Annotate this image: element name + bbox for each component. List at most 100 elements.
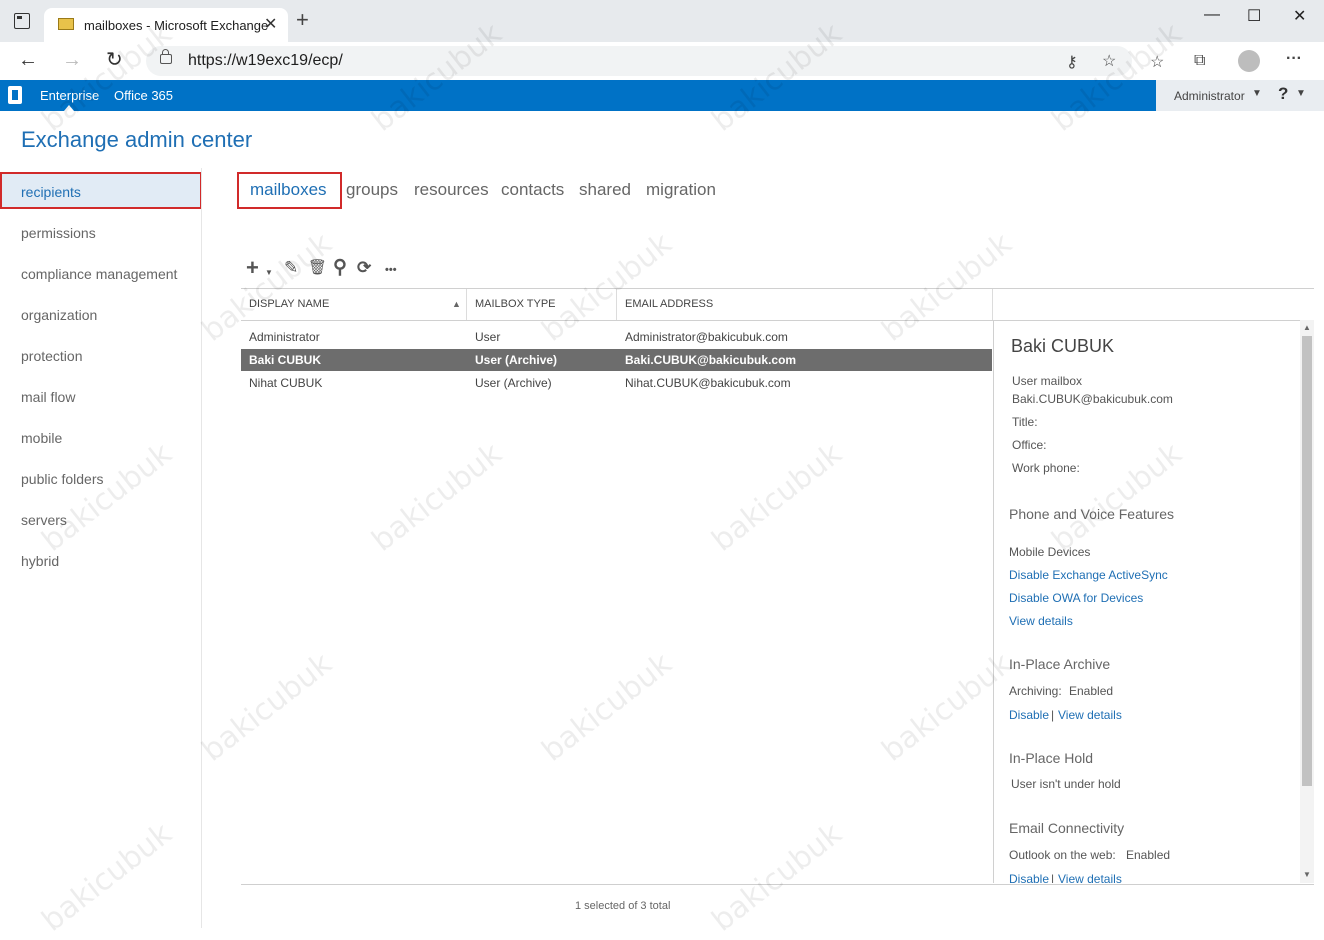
phone-voice-heading: Phone and Voice Features: [1009, 506, 1175, 522]
cell-mailbox-type: User: [475, 330, 501, 344]
nav-item-public-folders[interactable]: public folders: [21, 471, 104, 487]
watermark: bakicubuk: [535, 646, 679, 769]
archiving-label: Archiving:: [1009, 684, 1062, 698]
chevron-down-icon[interactable]: ▼: [1252, 88, 1262, 99]
nav-item-mobile[interactable]: mobile: [21, 430, 62, 446]
cell-display-name: Administrator: [249, 330, 320, 344]
tab-title: mailboxes - Microsoft Exchange: [84, 18, 269, 33]
user-area: Administrator ▼ ? ▼: [1156, 80, 1324, 111]
address-toolbar: ← → ↻ https://w19exc19/ecp/ ⚷ ☆ ☆ ⧉ ···: [0, 42, 1324, 80]
key-icon[interactable]: ⚷: [1066, 52, 1078, 72]
scroll-up-icon[interactable]: ▲: [1303, 323, 1311, 332]
nav-item-permissions[interactable]: permissions: [21, 225, 96, 241]
browser-menu-icon[interactable]: ···: [1286, 50, 1302, 68]
profile-avatar-icon[interactable]: [1238, 50, 1260, 72]
collections-icon[interactable]: ⧉: [1194, 52, 1205, 70]
scroll-down-icon[interactable]: ▼: [1303, 870, 1311, 879]
topnav-enterprise[interactable]: Enterprise: [40, 88, 99, 103]
reload-icon[interactable]: ↻: [106, 50, 123, 70]
maximize-button[interactable]: ☐: [1247, 6, 1261, 26]
column-display-name[interactable]: DISPLAY NAME: [249, 298, 329, 310]
hold-heading: In-Place Hold: [1009, 750, 1094, 766]
nav-item-compliance-management[interactable]: compliance management: [21, 266, 177, 282]
forward-arrow-icon[interactable]: →: [62, 50, 82, 70]
watermark: bakicubuk: [705, 436, 849, 559]
table-row[interactable]: Administrator User Administrator@bakicub…: [241, 326, 992, 348]
exchange-favicon-icon: [58, 18, 74, 30]
table-row-selected[interactable]: Baki CUBUK User (Archive) Baki.CUBUK@bak…: [241, 349, 992, 371]
scroll-thumb[interactable]: [1302, 336, 1312, 786]
browser-tab[interactable]: mailboxes - Microsoft Exchange ✕: [44, 8, 288, 43]
mobile-devices-label: Mobile Devices: [1009, 545, 1091, 559]
disable-eas-link[interactable]: Disable Exchange ActiveSync: [1009, 568, 1168, 582]
link-separator: |: [1051, 708, 1055, 722]
nav-item-servers[interactable]: servers: [21, 512, 67, 528]
add-favorite-icon[interactable]: ☆: [1102, 51, 1116, 71]
chevron-down-icon[interactable]: ▼: [1296, 88, 1306, 99]
tab-resources[interactable]: resources: [414, 180, 489, 200]
tab-shared[interactable]: shared: [579, 180, 631, 200]
details-office-label: Office:: [1012, 438, 1047, 452]
address-field[interactable]: https://w19exc19/ecp/ ⚷ ☆: [146, 46, 1132, 76]
tab-contacts[interactable]: contacts: [501, 180, 564, 200]
add-icon[interactable]: +: [246, 257, 259, 279]
nav-item-organization[interactable]: organization: [21, 307, 97, 323]
nav-item-protection[interactable]: protection: [21, 348, 82, 364]
table-row[interactable]: Nihat CUBUK User (Archive) Nihat.CUBUK@b…: [241, 372, 992, 394]
browser-tab-bar: mailboxes - Microsoft Exchange ✕ + — ☐ ✕: [0, 0, 1324, 43]
close-window-button[interactable]: ✕: [1293, 6, 1306, 26]
details-name: Baki CUBUK: [1011, 336, 1115, 356]
archiving-value: Enabled: [1069, 684, 1114, 698]
details-scrollbar[interactable]: ▲ ▼: [1300, 320, 1314, 883]
tab-groups[interactable]: groups: [346, 180, 398, 200]
selection-status: 1 selected of 3 total: [575, 900, 671, 912]
nav-item-hybrid[interactable]: hybrid: [21, 553, 59, 569]
table-header: DISPLAY NAME ▲ MAILBOX TYPE EMAIL ADDRES…: [241, 288, 1314, 321]
hold-value: User isn't under hold: [1011, 777, 1121, 791]
watermark: bakicubuk: [195, 646, 339, 769]
cell-mailbox-type: User (Archive): [475, 376, 552, 390]
chevron-down-icon[interactable]: ▼: [265, 262, 273, 284]
cell-display-name: Nihat CUBUK: [249, 376, 323, 390]
nav-divider: [201, 168, 202, 928]
favorites-icon[interactable]: ☆: [1150, 52, 1164, 72]
tab-migration[interactable]: migration: [646, 180, 716, 200]
owa-disable-link[interactable]: Disable: [1009, 872, 1049, 883]
column-separator: [466, 289, 467, 320]
sort-ascending-icon[interactable]: ▲: [452, 299, 461, 309]
watermark: bakicubuk: [365, 436, 509, 559]
link-separator: |: [1051, 872, 1055, 883]
tab-actions-icon[interactable]: [14, 13, 30, 29]
column-email-address[interactable]: EMAIL ADDRESS: [625, 298, 713, 310]
delete-icon[interactable]: 🗑: [308, 257, 327, 279]
new-tab-button[interactable]: +: [296, 9, 309, 31]
owa-view-details-link[interactable]: View details: [1058, 872, 1122, 883]
nav-item-recipients[interactable]: recipients: [21, 184, 81, 200]
watermark: bakicubuk: [35, 436, 179, 559]
watermark: bakicubuk: [705, 816, 849, 939]
nav-item-mail-flow[interactable]: mail flow: [21, 389, 75, 405]
search-icon[interactable]: ⚲: [333, 257, 347, 279]
back-arrow-icon[interactable]: ←: [18, 50, 38, 70]
view-details-link[interactable]: View details: [1009, 614, 1073, 628]
edit-icon[interactable]: ✎: [284, 257, 298, 279]
disable-owa-devices-link[interactable]: Disable OWA for Devices: [1009, 591, 1143, 605]
tab-mailboxes[interactable]: mailboxes: [250, 180, 327, 200]
more-icon[interactable]: •••: [385, 259, 397, 281]
archive-disable-link[interactable]: Disable: [1009, 708, 1049, 722]
topnav-office365[interactable]: Office 365: [114, 88, 173, 103]
office-logo-icon[interactable]: [8, 86, 22, 104]
column-mailbox-type[interactable]: MAILBOX TYPE: [475, 298, 556, 310]
refresh-icon[interactable]: ⟳: [357, 257, 371, 279]
help-button[interactable]: ?: [1278, 84, 1288, 104]
archive-view-details-link[interactable]: View details: [1058, 708, 1122, 722]
url-text[interactable]: https://w19exc19/ecp/: [188, 52, 343, 70]
minimize-button[interactable]: —: [1204, 6, 1220, 24]
watermark: bakicubuk: [35, 816, 179, 939]
lock-icon[interactable]: [160, 49, 172, 64]
cell-display-name: Baki CUBUK: [249, 353, 322, 367]
user-menu[interactable]: Administrator: [1174, 89, 1245, 103]
details-pane: Baki CUBUK User mailbox Baki.CUBUK@bakic…: [993, 320, 1301, 883]
tab-close-icon[interactable]: ✕: [264, 14, 277, 34]
list-bottom-border: [241, 884, 1314, 885]
